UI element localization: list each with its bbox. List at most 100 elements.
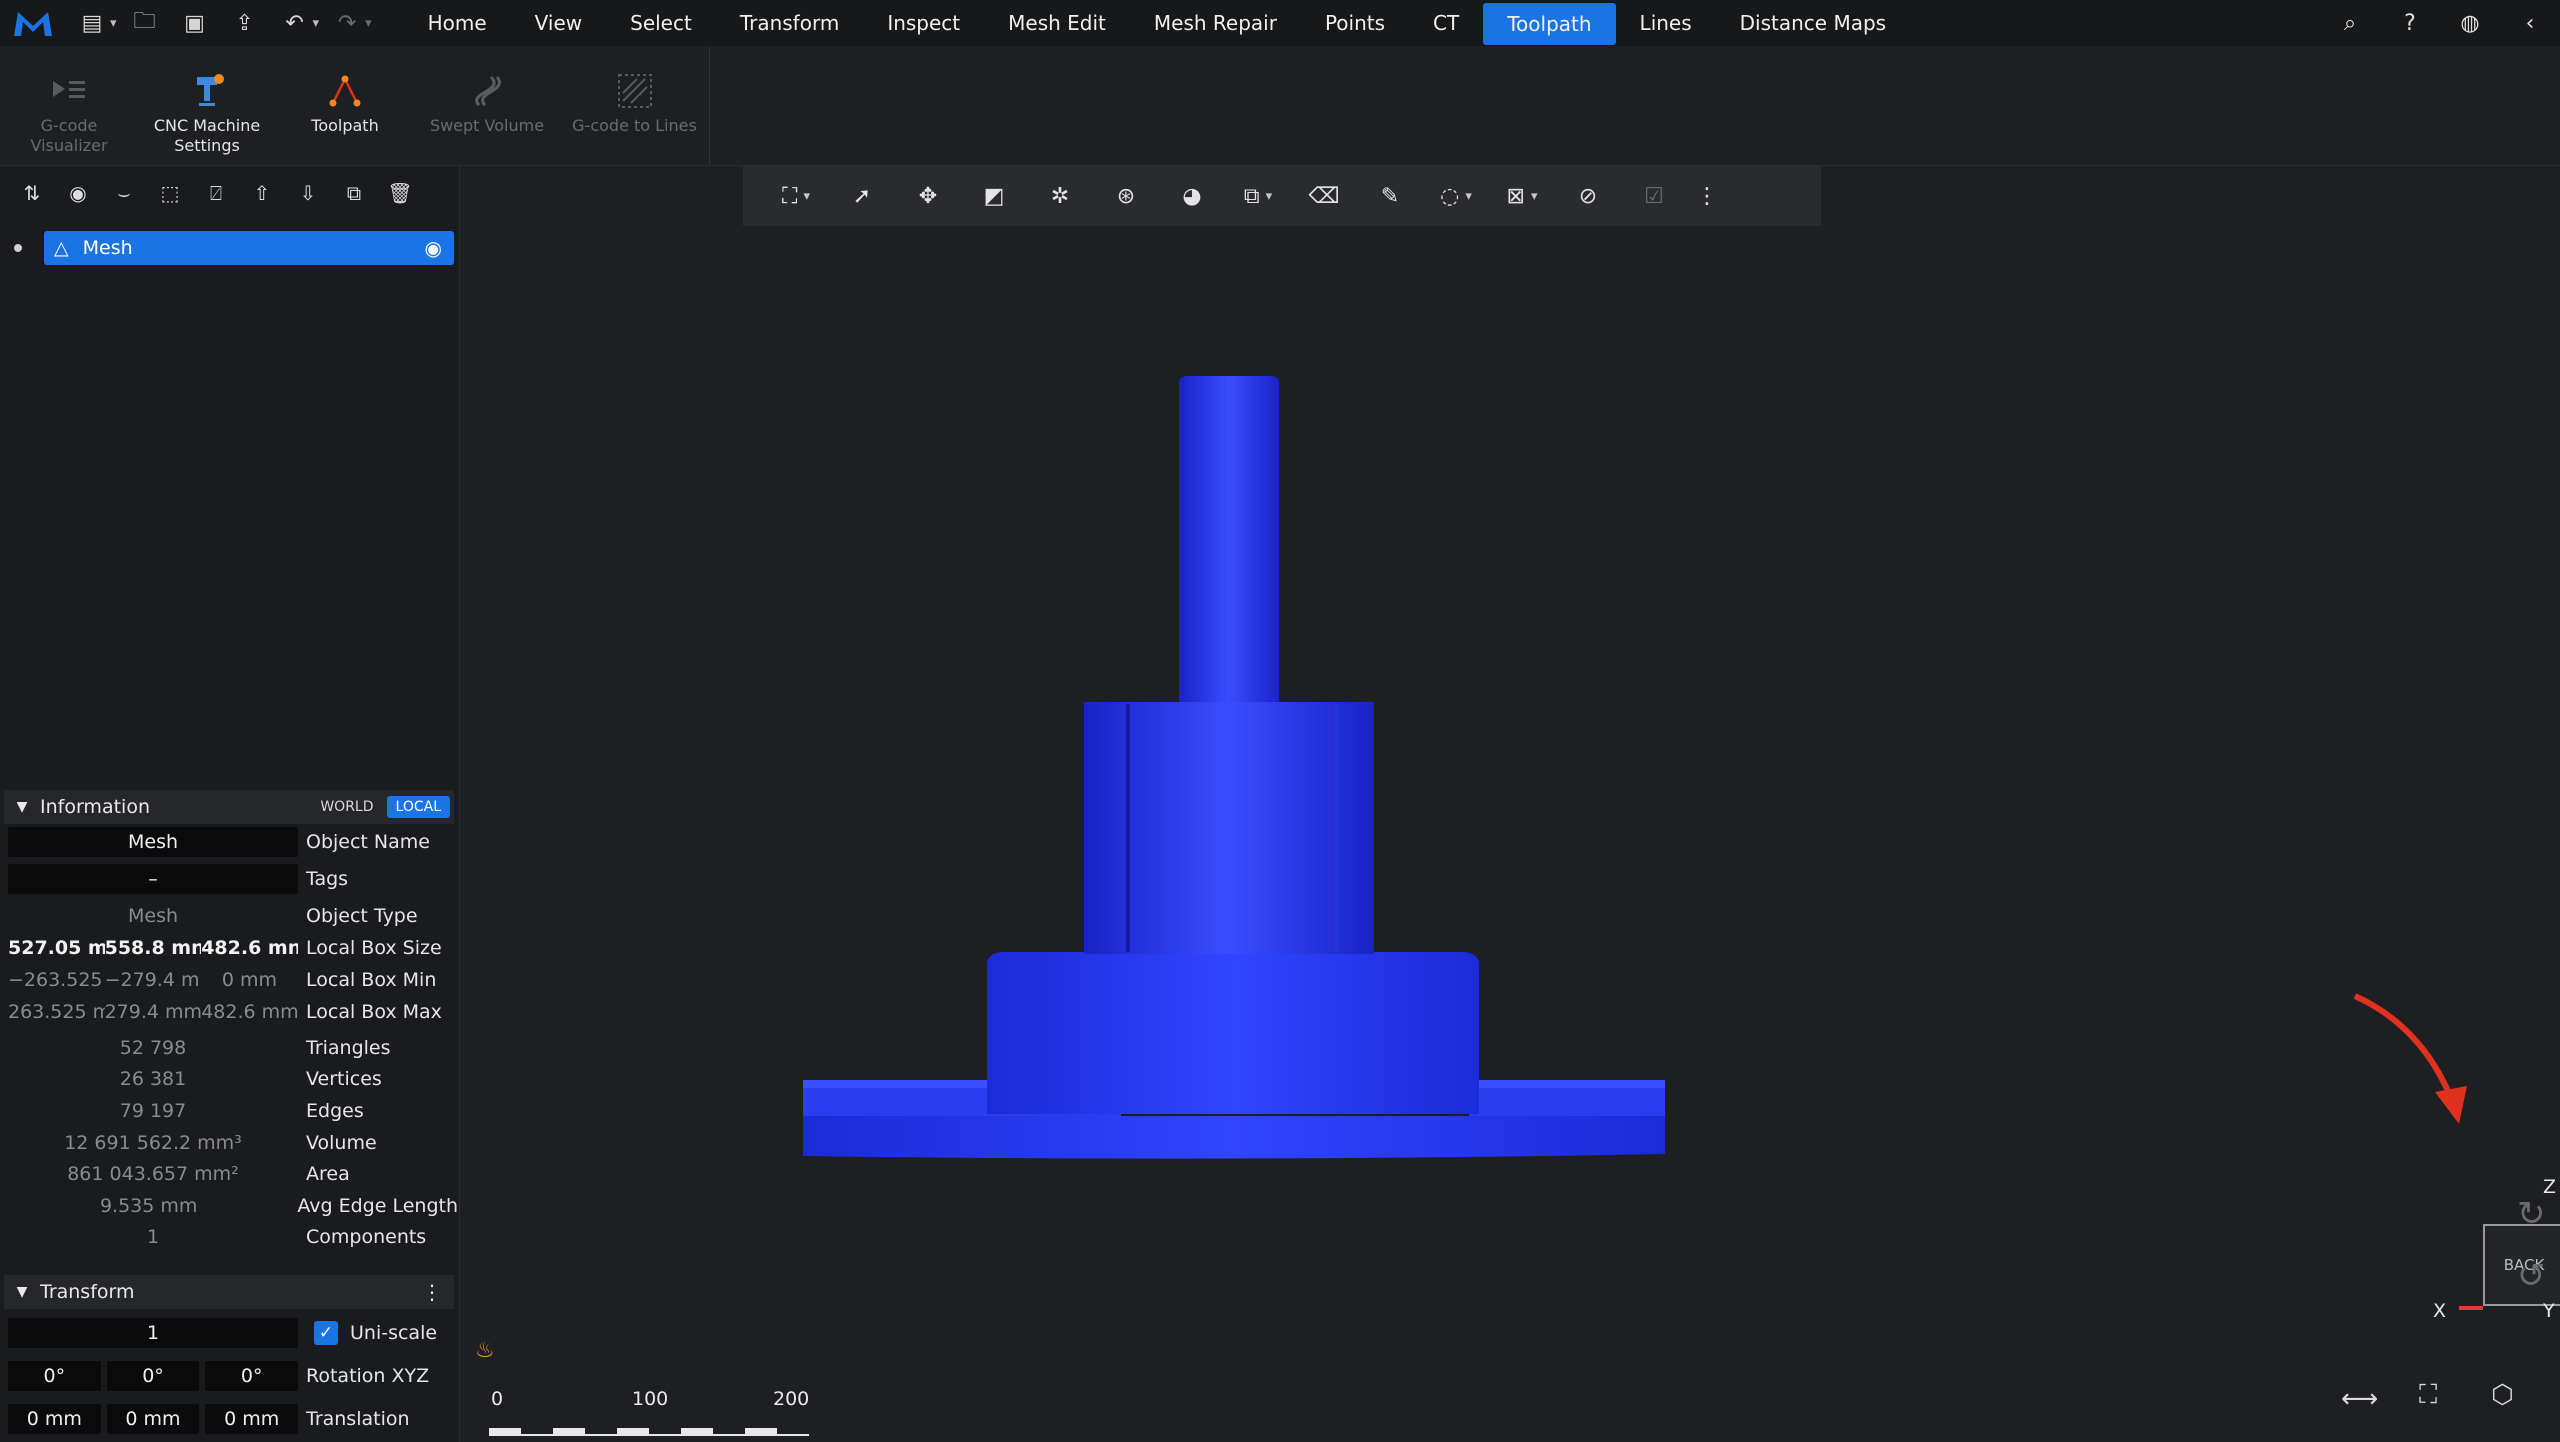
- coord-toggle: WORLD LOCAL: [311, 796, 450, 818]
- globe-icon[interactable]: ◍: [2440, 11, 2500, 36]
- rotation-y-field[interactable]: 0°: [106, 1361, 200, 1391]
- chevron-down-icon[interactable]: ▼: [4, 1284, 40, 1300]
- cube-view-icon[interactable]: ⬡: [2491, 1380, 2514, 1410]
- mesh-selected-row[interactable]: △ Mesh ◉: [44, 231, 454, 265]
- tab-select[interactable]: Select: [606, 0, 716, 46]
- vertices-label: Vertices: [306, 1068, 382, 1090]
- mesh-model[interactable]: [461, 166, 2560, 1442]
- rotate-ccw-icon[interactable]: ↺: [2517, 1256, 2546, 1296]
- volume-row: 12 691 562.2 mm³ Volume: [8, 1127, 458, 1159]
- local-toggle[interactable]: LOCAL: [386, 796, 450, 818]
- app-logo[interactable]: [0, 0, 66, 46]
- chevron-down-icon[interactable]: ▾: [365, 16, 372, 31]
- gcode-visualizer-label: G-code Visualizer: [30, 116, 108, 155]
- ribbon: G-code Visualizer CNC Machine Settings T…: [0, 46, 2560, 166]
- deselect-icon[interactable]: ⍁: [194, 173, 238, 213]
- search-icon[interactable]: ⌕: [2320, 11, 2380, 36]
- gcode-to-lines-button[interactable]: G-code to Lines: [560, 46, 710, 166]
- tab-mesh-edit[interactable]: Mesh Edit: [984, 0, 1130, 46]
- collapse-icon[interactable]: ‹: [2500, 11, 2560, 36]
- cnc-settings-button[interactable]: CNC Machine Settings: [138, 46, 276, 166]
- tags-row: – Tags: [8, 863, 458, 895]
- box-max-z: 482.6 mm: [201, 1001, 298, 1023]
- scale-bar-segments: [489, 1428, 809, 1436]
- tab-inspect[interactable]: Inspect: [863, 0, 984, 46]
- visibility-eye-icon[interactable]: ◉: [425, 236, 442, 260]
- cnc-machine-icon: [185, 66, 229, 116]
- tags-field[interactable]: –: [8, 864, 298, 894]
- tab-view[interactable]: View: [511, 0, 606, 46]
- new-doc-icon[interactable]: ▤: [70, 3, 114, 43]
- tab-ct[interactable]: CT: [1409, 0, 1483, 46]
- 3d-viewport[interactable]: ⛶ ▾ ➚ ✥ ◩ ✲ ⊛ ◕ ⧉ ▾ ⌫ ✎ ◌ ▾ ⊠ ▾ ⊘ ☑ ⋮ ♨ …: [461, 166, 2560, 1442]
- measure-hint-icon[interactable]: ♨: [475, 1338, 495, 1363]
- trash-icon[interactable]: 🗑: [378, 173, 422, 213]
- tab-mesh-repair[interactable]: Mesh Repair: [1130, 0, 1301, 46]
- rotate-cw-icon[interactable]: ↻: [2517, 1194, 2546, 1234]
- box-max-row: 263.525 m 279.4 mm 482.6 mm Local Box Ma…: [8, 996, 458, 1028]
- export-icon[interactable]: ⇪: [223, 3, 267, 43]
- object-name-field[interactable]: Mesh: [8, 827, 298, 857]
- rotation-x-field[interactable]: 0°: [8, 1361, 101, 1391]
- move-down-icon[interactable]: ⇩: [286, 173, 330, 213]
- move-up-icon[interactable]: ⇧: [240, 173, 284, 213]
- world-toggle[interactable]: WORLD: [311, 796, 382, 818]
- tab-lines[interactable]: Lines: [1616, 0, 1716, 46]
- tab-toolpath[interactable]: Toolpath: [1483, 3, 1616, 45]
- open-folder-icon[interactable]: 🗀: [123, 3, 167, 43]
- tab-distance-maps[interactable]: Distance Maps: [1716, 0, 1910, 46]
- chevron-down-icon[interactable]: ▼: [4, 799, 40, 815]
- tree-item-label: Mesh: [82, 237, 133, 259]
- triangles-label: Triangles: [306, 1037, 391, 1059]
- select-all-icon[interactable]: ⬚: [148, 173, 192, 213]
- redo-icon[interactable]: ↷: [325, 3, 369, 43]
- swept-volume-button[interactable]: Swept Volume: [414, 46, 560, 166]
- tags-label: Tags: [306, 868, 349, 890]
- tab-home[interactable]: Home: [404, 0, 511, 46]
- more-vertical-icon[interactable]: ⋮: [422, 1280, 442, 1304]
- annotation-arrow: [2353, 993, 2467, 1124]
- ruler-icon[interactable]: ⟷: [2341, 1384, 2378, 1414]
- scale-field[interactable]: 1: [8, 1318, 298, 1348]
- toolpath-icon: [323, 66, 367, 116]
- tree-item-mesh[interactable]: △ Mesh ◉: [14, 230, 454, 266]
- components-value: 1: [146, 1226, 160, 1248]
- save-icon[interactable]: ▣: [173, 3, 217, 43]
- sort-icon[interactable]: ⇅: [10, 173, 54, 213]
- translation-label: Translation: [306, 1408, 410, 1430]
- translation-z-field[interactable]: 0 mm: [205, 1404, 299, 1434]
- information-header[interactable]: ▼ Information WORLD LOCAL: [4, 790, 454, 824]
- box-size-y: 558.8 mn: [104, 937, 202, 959]
- tab-transform[interactable]: Transform: [716, 0, 863, 46]
- translation-x-field[interactable]: 0 mm: [8, 1404, 101, 1434]
- vertices-row: 26 381 Vertices: [8, 1063, 458, 1095]
- object-type-value: Mesh: [127, 905, 179, 927]
- tab-points[interactable]: Points: [1301, 0, 1409, 46]
- gcode-visualizer-button[interactable]: G-code Visualizer: [0, 46, 138, 166]
- chevron-down-icon[interactable]: ▾: [110, 16, 117, 31]
- view-cube[interactable]: BACK Z X Y ↻ ↺: [2371, 1176, 2560, 1356]
- eye-closed-icon[interactable]: ⌣: [102, 173, 146, 213]
- camera-center-icon[interactable]: ⛶: [2419, 1380, 2437, 1411]
- chevron-down-icon[interactable]: ▾: [313, 16, 320, 31]
- transform-header[interactable]: ▼ Transform ⋮: [4, 1275, 454, 1309]
- area-label: Area: [306, 1163, 350, 1185]
- toolpath-button[interactable]: Toolpath: [276, 46, 414, 166]
- undo-icon[interactable]: ↶: [273, 3, 317, 43]
- scale-bar: 0 100 200: [475, 1388, 835, 1438]
- eye-icon[interactable]: ◉: [56, 173, 100, 213]
- volume-label: Volume: [306, 1132, 377, 1154]
- translation-y-field[interactable]: 0 mm: [106, 1404, 200, 1434]
- duplicate-icon[interactable]: ⧉: [332, 173, 376, 213]
- scale-tick-100: 100: [632, 1388, 669, 1410]
- object-type-label: Object Type: [306, 905, 418, 927]
- gcode-to-lines-icon: [615, 66, 655, 116]
- uniscale-checkbox[interactable]: ✓: [314, 1321, 338, 1345]
- help-icon[interactable]: ?: [2380, 11, 2440, 36]
- box-min-x: −263.525 ı: [8, 969, 105, 991]
- rotation-z-field[interactable]: 0°: [205, 1361, 299, 1391]
- scale-tick-200: 200: [773, 1388, 810, 1410]
- toolpath-label: Toolpath: [311, 116, 379, 135]
- object-name-row: Mesh Object Name: [8, 826, 458, 858]
- rotation-fields: 0° 0° 0°: [8, 1361, 299, 1391]
